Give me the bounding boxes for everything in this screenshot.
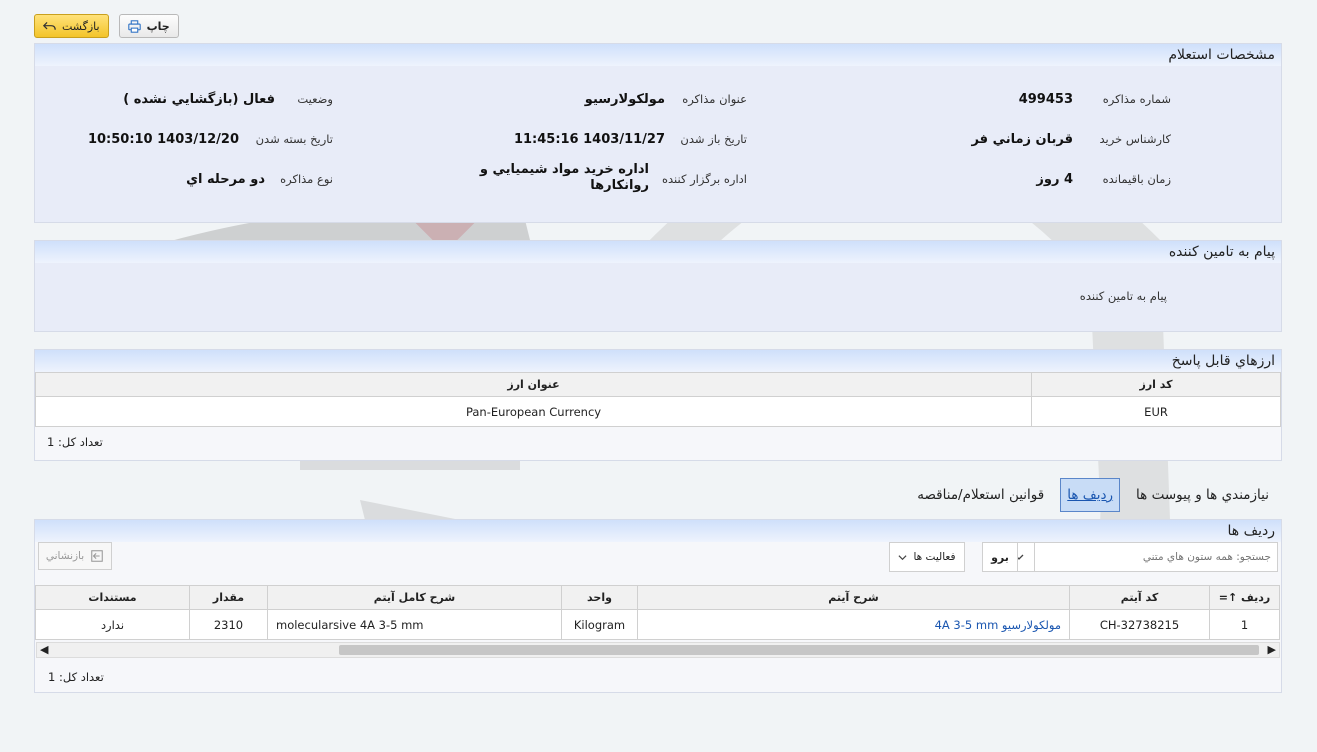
rows-table-wrapper: رديف ↑= کد آيتم شرح آيتم واحد شرح کامل آ… (35, 585, 1280, 640)
column-header[interactable]: مستندات (35, 585, 190, 610)
currencies-table: کد ارز عنوان ارز EUR Pan-European Curren… (34, 372, 1281, 427)
scrollbar-thumb[interactable] (339, 645, 1259, 655)
scroll-right-icon[interactable]: ▶ (1268, 643, 1276, 657)
chevron-down-icon (898, 554, 907, 560)
tab-requirements[interactable]: نيازمندي ها و پيوست ها (1130, 479, 1275, 511)
field-inquiry-title: عنوان مذاکره مولکولارسيو (584, 91, 747, 107)
field-inquiry-type: نوع مذاکره دو مرحله اي (186, 171, 333, 187)
table-row: 1 CH-32738215 مولکولارسيو 4A 3-5 mm Kilo… (35, 609, 1280, 640)
search-box (982, 542, 1278, 572)
scroll-left-icon[interactable]: ◀ (40, 643, 48, 657)
back-label: بازگشت (62, 19, 100, 33)
currencies-panel: ارزهاي قابل پاسخ کد ارز عنوان ارز EUR Pa… (34, 349, 1282, 461)
column-header[interactable]: کد آيتم (1069, 585, 1210, 610)
actions-menu-button[interactable]: فعاليت ها (889, 542, 965, 572)
field-purchase-expert: کارشناس خريد قربان زماني فر (971, 131, 1171, 147)
field-organizer: اداره برگزار کننده اداره خريد مواد شيميا… (479, 162, 747, 193)
supplier-message-panel: پيام به تامين کننده پيام به تامين کننده (34, 240, 1282, 332)
field-close-date: تاريخ بسته شدن 1403/12/20 10:50:10 (87, 131, 333, 147)
undo-icon (43, 21, 56, 30)
search-input[interactable] (1035, 551, 1277, 563)
column-header-row[interactable]: رديف ↑= (1209, 585, 1280, 610)
tab-bar: نيازمندي ها و پيوست ها رديف ها قوانين اس… (911, 478, 1275, 512)
panel-title: ارزهاي قابل پاسخ (35, 350, 1281, 372)
column-header[interactable]: شرح آيتم (637, 585, 1070, 610)
go-button[interactable]: برو (982, 542, 1018, 572)
column-header[interactable]: عنوان ارز (34, 372, 1033, 397)
reset-icon (91, 550, 103, 562)
sort-icon: ↑= (1218, 591, 1238, 604)
print-label: چاپ (146, 19, 170, 33)
field-open-date: تاريخ باز شدن 1403/11/27 11:45:16 (513, 131, 747, 147)
field-supplier-message: پيام به تامين کننده (1079, 289, 1167, 303)
panel-title: پيام به تامين کننده (35, 241, 1281, 263)
rows-table: رديف ↑= کد آيتم شرح آيتم واحد شرح کامل آ… (35, 585, 1280, 640)
tab-rows[interactable]: رديف ها (1060, 478, 1121, 512)
column-header[interactable]: واحد (561, 585, 638, 610)
column-header[interactable]: شرح کامل آيتم (267, 585, 562, 610)
item-description-link[interactable]: مولکولارسيو 4A 3-5 mm (637, 609, 1070, 640)
printer-icon (127, 19, 141, 33)
rows-toolbar: برو فعاليت ها بازنشاني (36, 540, 1280, 574)
horizontal-scrollbar[interactable]: ◀ ▶ (36, 642, 1280, 658)
panel-title: رديف ها (35, 520, 1281, 542)
print-button[interactable]: چاپ (118, 14, 179, 38)
back-button[interactable]: بازگشت (34, 14, 109, 38)
currencies-total: تعداد کل: 1 (47, 435, 103, 449)
tab-rules[interactable]: قوانين استعلام/مناقصه (911, 479, 1050, 511)
reset-button[interactable]: بازنشاني (38, 542, 112, 570)
rows-total: تعداد کل: 1 (48, 670, 104, 684)
column-header[interactable]: مقدار (189, 585, 268, 610)
field-status: وضعيت فعال (بازگشايي نشده ) (123, 91, 333, 107)
table-row: EUR Pan-European Currency (34, 396, 1281, 427)
panel-title: مشخصات استعلام (35, 44, 1281, 66)
field-inquiry-number: شماره مذاکره 499453 (1018, 91, 1171, 107)
field-remaining-time: زمان باقيمانده 4 روز (1036, 171, 1171, 187)
column-header[interactable]: کد ارز (1031, 372, 1281, 397)
inquiry-details-panel: مشخصات استعلام شماره مذاکره 499453 عنوان… (34, 43, 1282, 223)
